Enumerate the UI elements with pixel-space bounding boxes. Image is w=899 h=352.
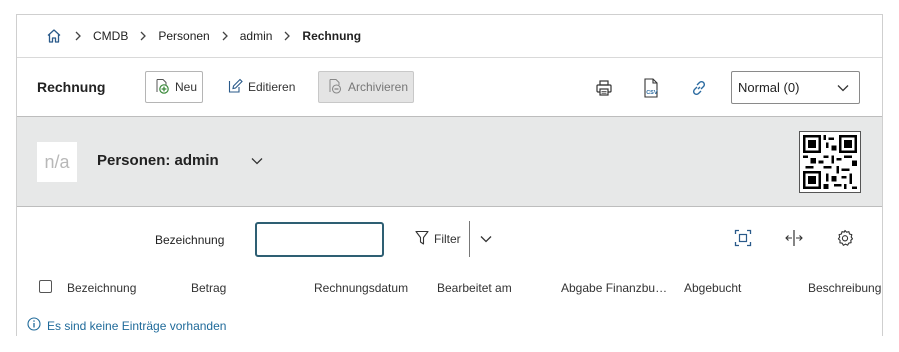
chevron-right-icon xyxy=(272,31,302,41)
archive-button[interactable]: Archivieren xyxy=(318,71,414,103)
new-button[interactable]: Neu xyxy=(145,71,203,103)
chevron-down-icon xyxy=(837,80,849,95)
view-select-value: Normal (0) xyxy=(738,80,800,95)
archive-button-label: Archivieren xyxy=(348,80,409,94)
column-header-beschreibung[interactable]: Beschreibung xyxy=(808,281,882,295)
csv-export-icon[interactable]: CSV xyxy=(640,77,662,99)
column-header-abgabe-finanzbuchhaltung[interactable]: Abgabe Finanzbuchhaltung xyxy=(561,281,668,295)
breadcrumb: CMDB Personen admin Rechnung xyxy=(17,15,882,57)
link-icon[interactable] xyxy=(688,77,710,99)
column-header-bezeichnung[interactable]: Bezeichnung xyxy=(67,281,177,295)
column-header-bearbeitet-am[interactable]: Bearbeitet am xyxy=(437,281,547,295)
chevron-down-icon[interactable] xyxy=(249,153,265,169)
breadcrumb-item-cmdb[interactable]: CMDB xyxy=(93,29,128,43)
funnel-icon xyxy=(415,230,429,249)
column-header-rechnungsdatum[interactable]: Rechnungsdatum xyxy=(314,281,424,295)
print-icon[interactable] xyxy=(593,77,615,99)
chevron-right-icon xyxy=(210,31,240,41)
edit-button[interactable]: Editieren xyxy=(221,71,301,103)
edit-icon xyxy=(227,78,243,97)
column-header-betrag[interactable]: Betrag xyxy=(191,281,301,295)
filter-field-label: Bezeichnung xyxy=(155,233,225,247)
table-header: Bezeichnung Betrag Rechnungsdatum Bearbe… xyxy=(17,277,882,299)
filter-button-label: Filter xyxy=(434,232,461,246)
plus-doc-icon xyxy=(154,78,170,97)
chevron-down-icon[interactable] xyxy=(478,231,494,247)
breadcrumb-item-personen[interactable]: Personen xyxy=(158,29,209,43)
empty-state-message: Es sind keine Einträge vorhanden xyxy=(47,318,227,333)
main-frame: CMDB Personen admin Rechnung Rechnung Ne… xyxy=(16,14,883,336)
filter-divider xyxy=(469,221,470,257)
column-resize-icon[interactable] xyxy=(784,228,804,248)
chevron-right-icon xyxy=(63,31,93,41)
page-title: Rechnung xyxy=(37,79,106,95)
view-select[interactable]: Normal (0) xyxy=(731,71,860,104)
breadcrumb-current: Rechnung xyxy=(302,29,362,43)
filter-button[interactable]: Filter xyxy=(415,229,461,249)
edit-button-label: Editieren xyxy=(248,80,296,94)
qr-code[interactable] xyxy=(799,131,861,193)
info-icon xyxy=(27,317,41,334)
new-button-label: Neu xyxy=(175,80,198,94)
filter-input[interactable] xyxy=(255,222,384,257)
gear-icon[interactable] xyxy=(835,228,855,248)
column-header-abgebucht[interactable]: Abgebucht xyxy=(684,281,794,295)
breadcrumb-item-admin[interactable]: admin xyxy=(240,29,273,43)
chevron-right-icon xyxy=(128,31,158,41)
home-icon[interactable] xyxy=(45,27,63,45)
object-header: n/a Personen: admin xyxy=(17,116,882,207)
fullscreen-icon[interactable] xyxy=(733,228,753,248)
empty-state: Es sind keine Einträge vorhanden xyxy=(27,317,226,334)
avatar: n/a xyxy=(37,142,77,182)
select-all-checkbox[interactable] xyxy=(39,280,52,293)
toolbar: Rechnung Neu Editieren Archivieren CSV N… xyxy=(17,57,882,116)
svg-text:CSV: CSV xyxy=(646,90,658,96)
archive-icon xyxy=(327,78,343,97)
object-title: Personen: admin xyxy=(97,152,219,169)
